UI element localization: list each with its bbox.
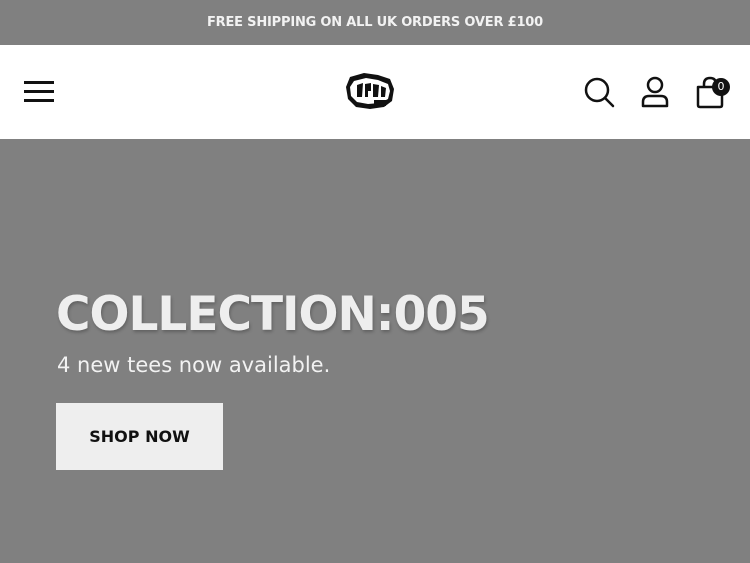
hamburger-menu-icon[interactable] bbox=[24, 79, 54, 103]
search-icon[interactable] bbox=[584, 75, 616, 109]
brand-logo-icon[interactable] bbox=[344, 69, 396, 113]
hero-subtitle: 4 new tees now available. bbox=[57, 353, 331, 377]
site-header: 0 bbox=[0, 45, 750, 139]
shop-now-button[interactable]: SHOP NOW bbox=[56, 403, 223, 470]
cart-count-badge: 0 bbox=[712, 78, 730, 96]
announcement-bar: FREE SHIPPING ON ALL UK ORDERS OVER £100 bbox=[0, 0, 750, 45]
hero-banner: COLLECTION:005 4 new tees now available.… bbox=[0, 139, 750, 563]
user-icon[interactable] bbox=[640, 75, 672, 109]
announcement-text: FREE SHIPPING ON ALL UK ORDERS OVER £100 bbox=[207, 15, 543, 30]
hero-title: COLLECTION:005 bbox=[56, 287, 490, 342]
